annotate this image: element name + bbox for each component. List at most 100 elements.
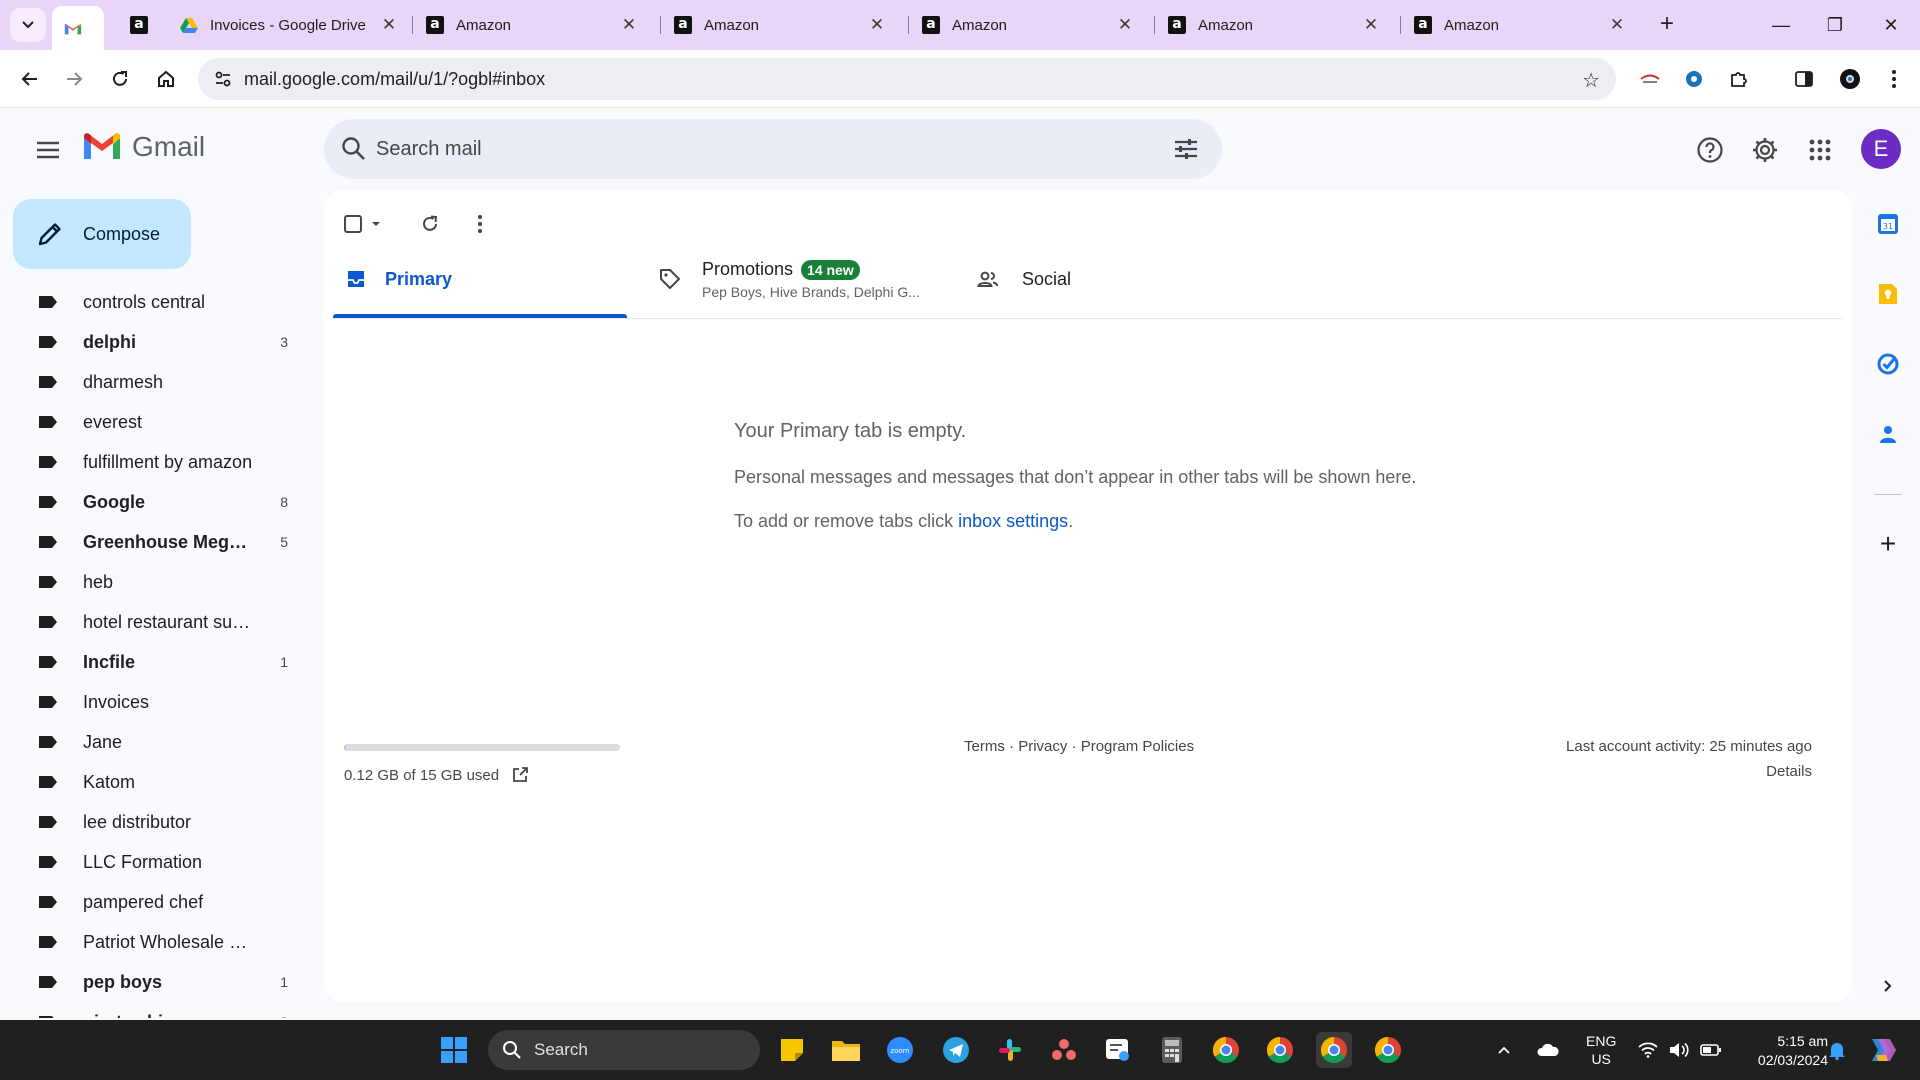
sidebar-label-item[interactable]: pirate ship 2 xyxy=(0,1002,300,1018)
select-all-checkbox[interactable] xyxy=(338,206,390,242)
file-explorer-icon[interactable] xyxy=(828,1032,864,1068)
sidebar-label-item[interactable]: Invoices xyxy=(0,682,300,722)
more-options-icon[interactable] xyxy=(462,206,498,242)
tab-social[interactable]: Social xyxy=(976,248,1176,310)
sidebar-label-item[interactable]: Incfile 1 xyxy=(0,642,300,682)
sidebar-label-item[interactable]: Greenhouse Mega... 5 xyxy=(0,522,300,562)
back-icon[interactable] xyxy=(14,63,46,95)
activity-details-link[interactable]: Details xyxy=(1766,763,1812,780)
search-icon[interactable] xyxy=(340,135,368,168)
sidebar-label-item[interactable]: LLC Formation xyxy=(0,842,300,882)
chrome-icon[interactable] xyxy=(1208,1032,1244,1068)
chrome-icon[interactable] xyxy=(1262,1032,1298,1068)
profile-icon[interactable] xyxy=(1834,63,1866,95)
sidebar-label-item[interactable]: pep boys 1 xyxy=(0,962,300,1002)
reload-icon[interactable] xyxy=(104,63,136,95)
expand-panel-chevron-icon[interactable] xyxy=(1874,972,1902,1000)
sidebar-label-item[interactable]: lee distributor xyxy=(0,802,300,842)
browser-tab-amazon[interactable]: a xyxy=(118,6,174,44)
browser-tab-drive[interactable]: Invoices - Google Drive ✕ xyxy=(168,6,410,44)
close-icon[interactable]: ✕ xyxy=(1362,15,1380,35)
sidebar-label-item[interactable]: fulfillment by amazon xyxy=(0,442,300,482)
tab-search-button[interactable] xyxy=(10,8,46,42)
sidebar-label-item[interactable]: Google 8 xyxy=(0,482,300,522)
taskbar-clock[interactable]: 5:15 am 02/03/2024 xyxy=(1728,1032,1828,1070)
search-bar[interactable] xyxy=(324,119,1222,179)
terms-link[interactable]: Terms xyxy=(964,738,1005,755)
sidebar-label-item[interactable]: controls central xyxy=(0,282,300,322)
tab-primary[interactable]: Primary xyxy=(346,248,626,310)
window-close-icon[interactable]: ✕ xyxy=(1876,10,1906,40)
chrome-icon[interactable] xyxy=(1316,1032,1352,1068)
browser-menu-icon[interactable] xyxy=(1878,63,1910,95)
zoom-icon[interactable]: zoom xyxy=(882,1032,918,1068)
notifications-bell-icon[interactable] xyxy=(1828,1020,1846,1080)
site-info-icon[interactable] xyxy=(214,70,232,93)
browser-tab-amazon[interactable]: a Amazon ✕ xyxy=(910,6,1146,44)
restore-icon[interactable]: ❐ xyxy=(1820,10,1850,40)
volume-icon[interactable] xyxy=(1668,1020,1690,1080)
tray-overflow-chevron-icon[interactable] xyxy=(1496,1020,1512,1080)
minimize-icon[interactable]: — xyxy=(1766,10,1796,40)
browser-tab-amazon[interactable]: a Amazon ✕ xyxy=(1156,6,1392,44)
browser-tab-gmail[interactable] xyxy=(52,6,104,50)
new-tab-button[interactable]: + xyxy=(1654,12,1680,38)
help-icon[interactable] xyxy=(1694,134,1726,166)
onedrive-cloud-icon[interactable] xyxy=(1536,1020,1560,1080)
keep-icon[interactable] xyxy=(1874,280,1902,308)
sidebar-label-item[interactable]: hotel restaurant supply xyxy=(0,602,300,642)
extension-icon[interactable] xyxy=(1678,63,1710,95)
account-avatar[interactable]: E xyxy=(1861,129,1901,169)
url-text[interactable]: mail.google.com/mail/u/1/?ogbl#inbox xyxy=(244,69,545,90)
settings-gear-icon[interactable] xyxy=(1749,134,1781,166)
search-input[interactable] xyxy=(376,131,1136,167)
close-icon[interactable]: ✕ xyxy=(1608,15,1626,35)
wifi-icon[interactable] xyxy=(1638,1020,1658,1080)
taskbar-search[interactable]: Search xyxy=(488,1030,760,1070)
sidebar-label-item[interactable]: heb xyxy=(0,562,300,602)
calendar-icon[interactable]: 31 xyxy=(1874,210,1902,238)
sidebar-label-item[interactable]: everest xyxy=(0,402,300,442)
forward-icon[interactable] xyxy=(58,63,90,95)
contacts-icon[interactable] xyxy=(1874,420,1902,448)
gmail-logo[interactable]: Gmail xyxy=(82,131,205,163)
snipping-tool-icon[interactable] xyxy=(1100,1032,1136,1068)
asana-icon[interactable] xyxy=(1046,1032,1082,1068)
sidebar-label-item[interactable]: pampered chef xyxy=(0,882,300,922)
sidebar-label-item[interactable]: dharmesh xyxy=(0,362,300,402)
sidebar-label-item[interactable]: Patriot Wholesale Direct xyxy=(0,922,300,962)
browser-tab-amazon[interactable]: a Amazon ✕ xyxy=(662,6,898,44)
language-indicator[interactable]: ENG US xyxy=(1586,1020,1616,1080)
close-icon[interactable]: ✕ xyxy=(868,15,886,35)
add-addon-icon[interactable]: + xyxy=(1874,528,1902,559)
address-bar[interactable]: mail.google.com/mail/u/1/?ogbl#inbox ☆ xyxy=(198,58,1616,100)
side-panel-icon[interactable] xyxy=(1788,63,1820,95)
close-icon[interactable]: ✕ xyxy=(1116,15,1134,35)
telegram-icon[interactable] xyxy=(938,1032,974,1068)
chrome-icon[interactable] xyxy=(1370,1032,1406,1068)
home-icon[interactable] xyxy=(150,63,182,95)
slack-icon[interactable] xyxy=(992,1032,1028,1068)
windows-start-icon[interactable] xyxy=(436,1032,472,1068)
extension-icon[interactable] xyxy=(1634,63,1666,95)
apps-grid-icon[interactable] xyxy=(1804,134,1836,166)
extensions-puzzle-icon[interactable] xyxy=(1722,63,1754,95)
copilot-icon[interactable] xyxy=(1866,1020,1896,1080)
browser-tab-amazon[interactable]: a Amazon ✕ xyxy=(414,6,650,44)
sticky-notes-icon[interactable] xyxy=(774,1032,810,1068)
close-icon[interactable]: ✕ xyxy=(380,15,398,35)
battery-icon[interactable] xyxy=(1700,1020,1722,1080)
open-external-icon[interactable] xyxy=(511,766,529,784)
privacy-link[interactable]: Privacy xyxy=(1018,738,1067,755)
browser-tab-amazon[interactable]: a Amazon ✕ xyxy=(1402,6,1638,44)
tab-promotions[interactable]: Promotions 14 new Pep Boys, Hive Brands, … xyxy=(658,248,958,310)
refresh-icon[interactable] xyxy=(412,206,448,242)
sidebar-label-item[interactable]: delphi 3 xyxy=(0,322,300,362)
close-icon[interactable]: ✕ xyxy=(620,15,638,35)
inbox-settings-link[interactable]: inbox settings xyxy=(958,511,1068,531)
calculator-icon[interactable] xyxy=(1154,1032,1190,1068)
sidebar-label-item[interactable]: Jane xyxy=(0,722,300,762)
sidebar-label-item[interactable]: Katom xyxy=(0,762,300,802)
tasks-icon[interactable] xyxy=(1874,350,1902,378)
main-menu-icon[interactable] xyxy=(34,136,62,164)
